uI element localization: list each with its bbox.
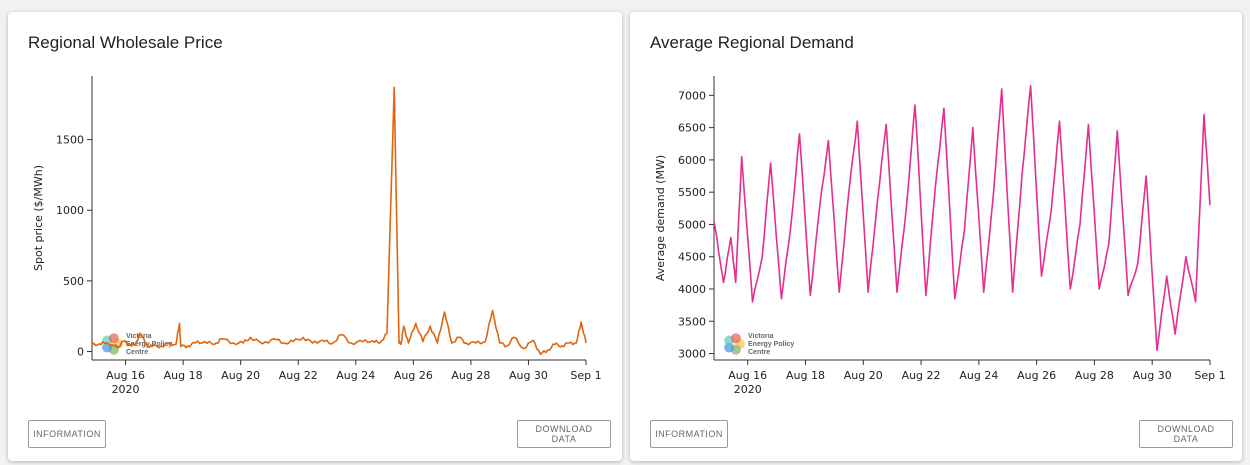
y-tick-label: 4500 — [678, 251, 706, 264]
y-tick-label: 3000 — [678, 348, 706, 361]
x-tick-label: Aug 28 — [451, 369, 490, 382]
price-information-button[interactable]: INFORMATION — [28, 420, 106, 448]
demand-card: Average Regional Demand 3000 3500 4000 4500… — [630, 12, 1242, 461]
x-tick-year-label: 2020 — [112, 383, 140, 396]
demand-download-data-button[interactable]: DOWNLOAD DATA — [1139, 420, 1233, 448]
y-tick-label: 3500 — [678, 315, 706, 328]
price-download-data-button[interactable]: DOWNLOAD DATA — [517, 420, 611, 448]
y-tick-label: 1500 — [56, 134, 84, 147]
y-axis-title: Spot price ($/MWh) — [32, 165, 45, 271]
x-tick-label: Aug 24 — [336, 369, 375, 382]
x-tick-label: Sep 1 — [570, 369, 601, 382]
x-tick-label: Aug 30 — [509, 369, 548, 382]
demand-chart: 3000 3500 4000 4500 5000 5500 6000 6500 7000 Aug … — [654, 76, 1226, 396]
y-tick-label: 4000 — [678, 283, 706, 296]
x-tick-label: Aug 26 — [394, 369, 433, 382]
x-tick-label: Aug 18 — [164, 369, 203, 382]
y-tick-label: 6000 — [678, 154, 706, 167]
x-tick-label: Aug 16 — [728, 369, 767, 382]
logo-text: Centre — [748, 349, 770, 356]
series-line — [91, 86, 587, 356]
price-chart: 0 500 1000 1500 Aug 162020 Aug 18 Aug 20 Aug 22… — [32, 76, 602, 396]
x-tick-label: Aug 20 — [844, 369, 883, 382]
y-tick-label: 5000 — [678, 218, 706, 231]
logo-petal — [730, 333, 741, 344]
demand-information-button[interactable]: INFORMATION — [650, 420, 728, 448]
x-tick-label: Aug 24 — [959, 369, 998, 382]
y-tick-label: 7000 — [678, 89, 706, 102]
price-card: Regional Wholesale Price 0 500 1000 1500 Aug… — [8, 12, 622, 461]
vepc-logo: VictoriaEnergy PolicyCentre — [724, 333, 794, 356]
logo-petal — [108, 333, 119, 344]
series-line — [713, 84, 1211, 352]
x-tick-label: Aug 18 — [786, 369, 825, 382]
x-tick-label: Aug 26 — [1017, 369, 1056, 382]
y-axis-title: Average demand (MW) — [654, 155, 667, 281]
y-tick-label: 1000 — [56, 204, 84, 217]
logo-text: Energy Policy — [748, 341, 794, 348]
x-tick-label: Aug 22 — [902, 369, 941, 382]
y-tick-label: 6500 — [678, 122, 706, 135]
x-tick-label: Aug 28 — [1075, 369, 1114, 382]
x-tick-label: Aug 20 — [221, 369, 260, 382]
logo-text: Centre — [126, 349, 148, 356]
logo-text: Victoria — [748, 333, 774, 340]
x-tick-label: Sep 1 — [1194, 369, 1225, 382]
x-tick-label: Aug 22 — [279, 369, 318, 382]
x-tick-year-label: 2020 — [734, 383, 762, 396]
x-tick-label: Aug 16 — [106, 369, 145, 382]
x-tick-label: Aug 30 — [1133, 369, 1172, 382]
y-tick-label: 500 — [63, 275, 84, 288]
y-tick-label: 0 — [77, 346, 84, 359]
y-tick-label: 5500 — [678, 186, 706, 199]
